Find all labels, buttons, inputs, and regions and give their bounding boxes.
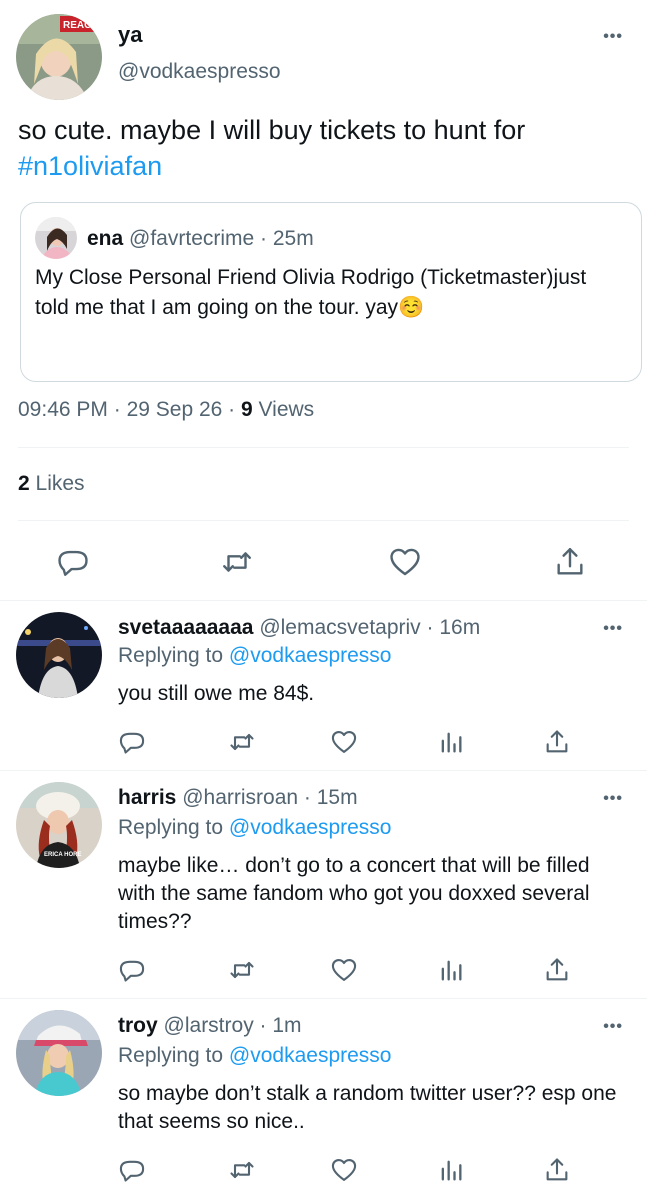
share-icon[interactable]: [543, 1156, 571, 1184]
tweet-time: 25m: [272, 227, 314, 250]
replying-to: Replying to @vodkaespresso: [118, 1044, 391, 1068]
avatar-badge: ERICA HORE: [44, 852, 81, 858]
user-handle[interactable]: @lemacsvetapriv: [259, 616, 420, 639]
mention-link[interactable]: @vodkaespresso: [229, 1044, 392, 1067]
share-icon[interactable]: [543, 728, 571, 756]
display-name[interactable]: harris: [118, 786, 176, 809]
like-icon[interactable]: [330, 728, 358, 756]
reply-text: you still owe me 84$.: [118, 682, 315, 705]
more-icon[interactable]: •••: [603, 28, 623, 46]
tweet-text: so cute. maybe I will buy tickets to hun…: [18, 112, 638, 184]
display-name[interactable]: ya: [118, 22, 142, 48]
separator: ·: [107, 398, 127, 421]
share-icon[interactable]: [543, 956, 571, 984]
avatar[interactable]: REACT: [16, 14, 102, 100]
separator: ·: [420, 616, 440, 639]
more-icon[interactable]: •••: [603, 790, 623, 808]
timestamp-time: 09:46 PM: [18, 398, 108, 421]
tweet-time: 15m: [316, 786, 358, 809]
retweet-icon[interactable]: [228, 956, 256, 984]
display-name[interactable]: svetaaaaaaaa: [118, 616, 253, 639]
display-name[interactable]: troy: [118, 1014, 158, 1037]
more-icon[interactable]: •••: [603, 620, 623, 638]
likes-label: Likes: [35, 472, 85, 495]
separator: ·: [222, 398, 241, 421]
reply-icon[interactable]: [118, 956, 146, 984]
hashtag-link[interactable]: #n1oliviafan: [18, 151, 162, 181]
reply-icon[interactable]: [118, 1156, 146, 1184]
separator: ·: [298, 786, 317, 809]
reply-text: maybe like… don’t go to a concert that w…: [118, 854, 590, 933]
retweet-icon[interactable]: [228, 1156, 256, 1184]
analytics-icon[interactable]: [437, 956, 465, 984]
likes-count: 2: [18, 472, 30, 495]
replying-label: Replying to: [118, 1044, 224, 1067]
divider: [18, 447, 629, 448]
analytics-icon[interactable]: [437, 1156, 465, 1184]
reply-text: so maybe don’t stalk a random twitter us…: [118, 1082, 617, 1133]
avatar-badge: REACT: [63, 20, 97, 31]
tweet-action-bar: [0, 956, 647, 988]
separator: ·: [254, 227, 273, 250]
retweet-icon[interactable]: [228, 728, 256, 756]
display-name[interactable]: ena: [87, 227, 123, 250]
more-icon[interactable]: •••: [603, 1018, 623, 1036]
reply-icon[interactable]: [118, 728, 146, 756]
views-count: 9: [241, 398, 253, 421]
replying-to: Replying to @vodkaespresso: [118, 644, 391, 668]
mention-link[interactable]: @vodkaespresso: [229, 644, 392, 667]
quote-body: My Close Personal Friend Olivia Rodrigo …: [35, 266, 587, 319]
reply-tweet[interactable]: ERICA HORE harris @harrisroan · 15m ••• …: [0, 770, 647, 998]
avatar[interactable]: ERICA HORE: [16, 782, 102, 868]
like-icon[interactable]: [388, 545, 422, 579]
retweet-icon[interactable]: [220, 545, 254, 579]
tweet-body: so cute. maybe I will buy tickets to hun…: [18, 115, 526, 145]
user-handle[interactable]: @favrtecrime: [129, 227, 254, 250]
separator: ·: [253, 1014, 273, 1037]
timestamp-date: 29 Sep 26: [126, 398, 223, 421]
likes-count-link[interactable]: 2 Likes: [18, 472, 85, 496]
user-handle[interactable]: @harrisroan: [182, 786, 298, 809]
tweet-action-bar: [0, 540, 647, 584]
quoted-tweet[interactable]: ena @favrtecrime · 25m My Close Personal…: [20, 202, 642, 382]
replying-label: Replying to: [118, 644, 224, 667]
analytics-icon[interactable]: [437, 728, 465, 756]
main-tweet: REACT ya @vodkaespresso ••• so cute. may…: [0, 0, 647, 600]
tweet-action-bar: [0, 1156, 647, 1188]
tweet-time: 1m: [272, 1014, 302, 1037]
reply-icon[interactable]: [56, 545, 90, 579]
quote-header: ena @favrtecrime · 25m: [87, 227, 314, 251]
tweet-timestamp: 09:46 PM · 29 Sep 26 · 9 Views: [18, 398, 314, 422]
share-icon[interactable]: [553, 545, 587, 579]
like-icon[interactable]: [330, 1156, 358, 1184]
quote-text: My Close Personal Friend Olivia Rodrigo …: [35, 263, 605, 323]
replying-label: Replying to: [118, 816, 224, 839]
views-label: Views: [258, 398, 315, 421]
tweet-action-bar: [0, 728, 647, 760]
avatar[interactable]: [16, 1010, 102, 1096]
user-handle[interactable]: @larstroy: [164, 1014, 254, 1037]
reply-header: harris @harrisroan · 15m: [118, 786, 358, 810]
reply-header: svetaaaaaaaa @lemacsvetapriv · 16m: [118, 616, 480, 640]
reply-header: troy @larstroy · 1m: [118, 1014, 302, 1038]
avatar: [35, 217, 77, 259]
avatar[interactable]: [16, 612, 102, 698]
replying-to: Replying to @vodkaespresso: [118, 816, 391, 840]
like-icon[interactable]: [330, 956, 358, 984]
reply-tweet[interactable]: troy @larstroy · 1m ••• Replying to @vod…: [0, 998, 647, 1200]
divider: [18, 520, 629, 521]
reply-tweet[interactable]: svetaaaaaaaa @lemacsvetapriv · 16m ••• R…: [0, 600, 647, 770]
tweet-time: 16m: [439, 616, 481, 639]
smile-emoji-icon: ☺️: [398, 296, 425, 319]
user-handle[interactable]: @vodkaespresso: [118, 60, 281, 84]
mention-link[interactable]: @vodkaespresso: [229, 816, 392, 839]
